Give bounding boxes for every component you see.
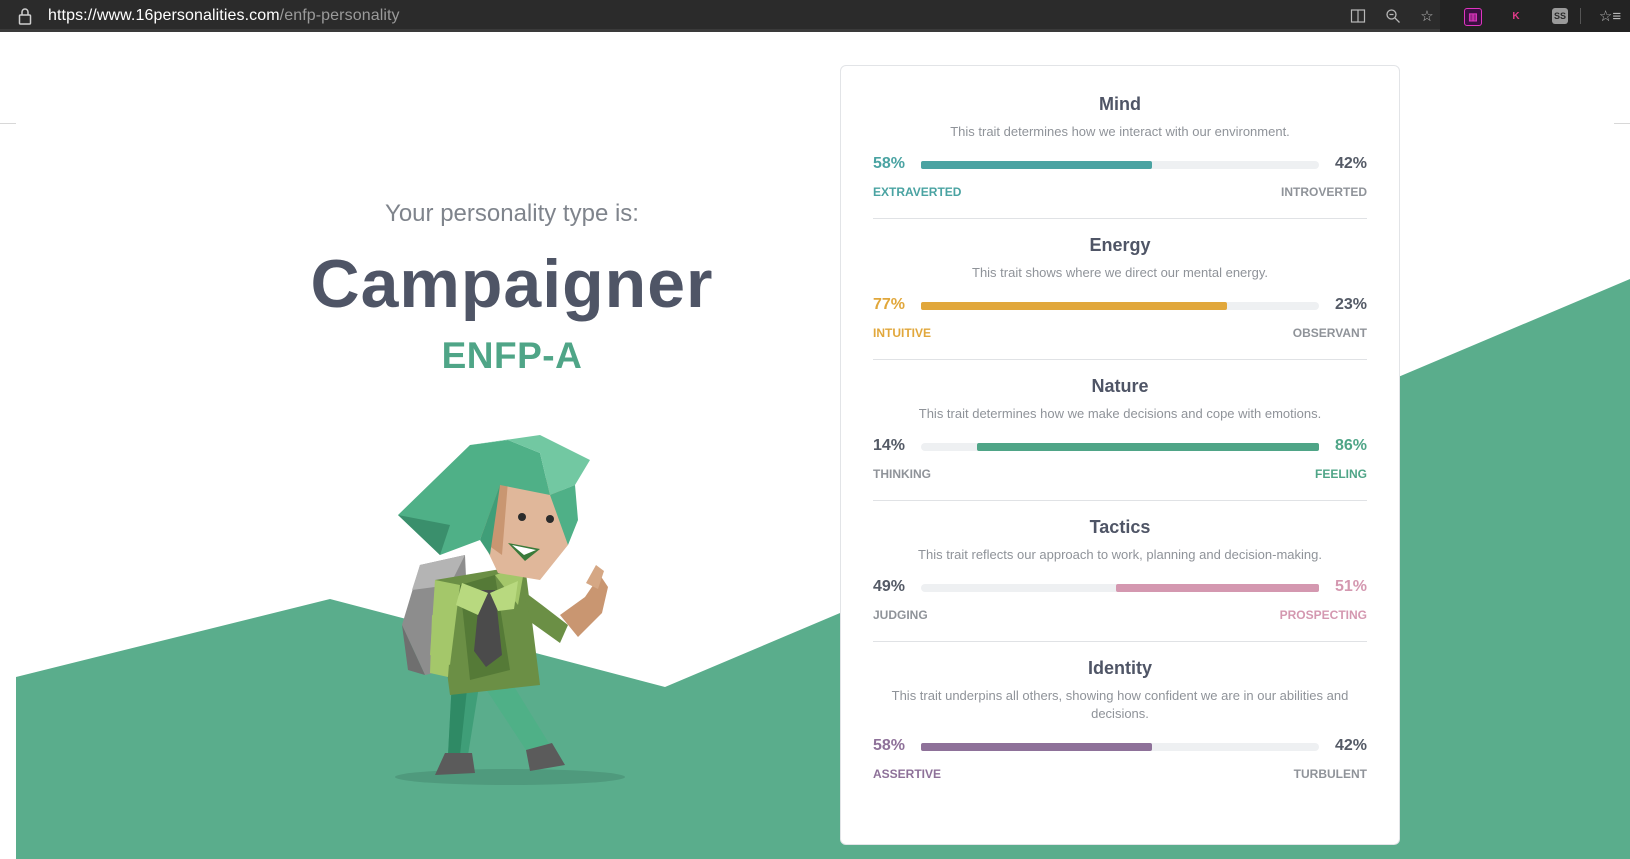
trait-tactics: Tactics This trait reflects our approach … [873,517,1367,624]
trait-left-label: INTUITIVE [873,326,932,340]
trait-labels: EXTRAVERTED INTROVERTED [873,185,1367,201]
lock-icon[interactable] [18,7,32,25]
trait-separator [873,218,1367,219]
trait-nature: Nature This trait determines how we make … [873,376,1367,483]
extension-1-icon[interactable]: ▥ [1464,8,1482,26]
trait-right-label: INTROVERTED [1280,185,1367,199]
trait-left-percent: 58% [873,155,906,172]
trait-right-label: PROSPECTING [1279,608,1367,622]
reader-mode-icon[interactable] [1348,6,1368,26]
trait-bar-track [921,743,1319,751]
trait-bar-row: 77% 23% [873,296,1367,316]
zoom-icon[interactable] [1383,6,1403,26]
trait-title: Mind [1099,94,1141,114]
trait-description: This trait determines how we make decisi… [918,406,1322,421]
url-field[interactable]: https://www.16personalities.com/enfp-per… [48,7,400,25]
trait-left-percent: 14% [873,437,906,454]
trait-bar-fill [1116,584,1319,592]
traits-card: Mind This trait determines how we interac… [840,65,1400,845]
trait-labels: JUDGING PROSPECTING [873,608,1367,624]
url-path: /enfp-personality [279,7,400,24]
trait-left-percent: 77% [873,296,906,313]
trait-left-percent: 49% [873,578,906,595]
trait-right-percent: 86% [1334,437,1367,454]
page-content: Your personality type is: Campaigner ENF… [0,35,1630,859]
trait-left-label: EXTRAVERTED [873,185,962,199]
trait-mind: Mind This trait determines how we interac… [873,94,1367,201]
trait-right-percent: 42% [1334,155,1367,172]
trait-left-percent: 58% [873,737,906,754]
trait-title: Energy [1089,235,1151,255]
trait-description: This trait determines how we interact wi… [950,124,1290,139]
trait-right-percent: 42% [1334,737,1367,754]
trait-right-percent: 23% [1334,296,1367,313]
browser-address-bar: https://www.16personalities.com/enfp-per… [0,0,1630,32]
trait-right-label: TURBULENT [1293,767,1367,781]
personality-type-code: ENFP-A [441,335,583,376]
trait-right-label: OBSERVANT [1292,326,1367,340]
trait-title: Identity [1087,658,1152,678]
trait-bar-fill [921,743,1152,751]
trait-bar-track [921,302,1319,310]
campaigner-character-illustration [395,435,625,785]
favorite-star-icon[interactable]: ☆ [1417,6,1437,26]
trait-left-label: ASSERTIVE [873,767,942,781]
trait-separator [873,500,1367,501]
trait-title: Nature [1091,376,1149,396]
trait-bar-row: 58% 42% [873,155,1367,175]
trait-bar-row: 14% 86% [873,437,1367,457]
trait-bar-row: 58% 42% [873,737,1367,757]
favorites-bar-icon[interactable]: ☆≡ [1599,6,1621,26]
trait-bar-row: 49% 51% [873,578,1367,598]
trait-right-percent: 51% [1334,578,1367,595]
trait-energy: Energy This trait shows where we direct o… [873,235,1367,342]
extension-k-icon[interactable]: K [1508,8,1524,24]
trait-labels: ASSERTIVE TURBULENT [873,767,1367,783]
trait-labels: INTUITIVE OBSERVANT [873,326,1367,342]
toolbar-divider [1580,8,1581,24]
divider-right [1614,123,1630,124]
trait-bar-track [921,584,1319,592]
trait-bar-fill [921,302,1228,310]
trait-description: This trait reflects our approach to work… [918,547,1322,562]
trait-bar-fill [921,161,1152,169]
trait-description: This trait shows where we direct our men… [972,265,1268,280]
trait-bar-track [921,161,1319,169]
trait-identity: Identity This trait underpins all others,… [873,658,1367,783]
personality-intro: Your personality type is: [385,200,639,227]
url-domain: https://www.16personalities.com [48,7,280,24]
trait-bar-track [921,443,1319,451]
trait-left-label: THINKING [873,467,931,481]
personality-type-name: Campaigner [310,246,714,322]
trait-bar-fill [976,443,1319,451]
divider-left [0,123,16,124]
trait-separator [873,641,1367,642]
extension-ss-icon[interactable]: SS [1552,8,1568,24]
trait-separator [873,359,1367,360]
trait-labels: THINKING FEELING [873,467,1367,483]
trait-left-label: JUDGING [873,608,928,622]
trait-description: This trait underpins all others, showing… [891,688,1349,721]
trait-title: Tactics [1089,517,1151,537]
trait-right-label: FEELING [1314,467,1367,481]
